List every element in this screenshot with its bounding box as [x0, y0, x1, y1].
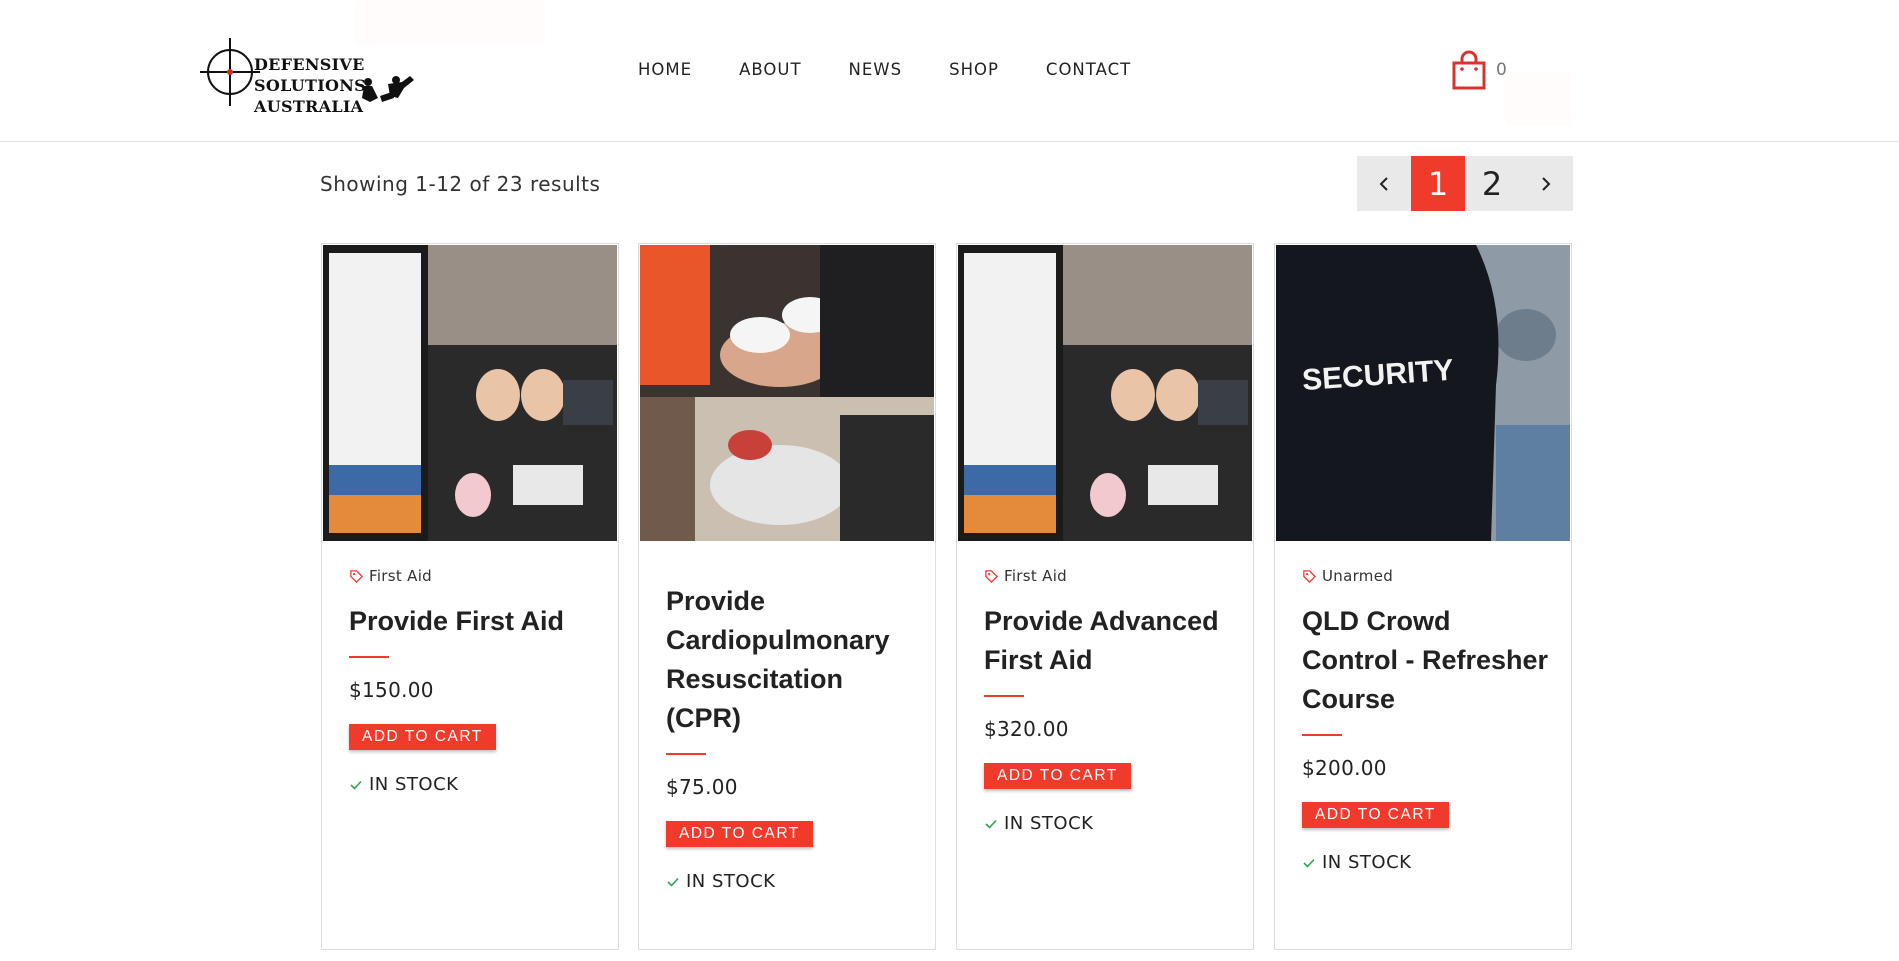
pagination: 1 2: [1357, 156, 1573, 211]
tag-icon: [985, 569, 999, 583]
tag-icon: [1303, 569, 1317, 583]
stock-status: IN STOCK: [349, 774, 600, 795]
product-info: First Aid Provide Advanced First Aid $32…: [984, 566, 1235, 834]
product-card: Provide Cardiopulmonary Resuscitation (C…: [638, 243, 936, 950]
title-divider: [666, 753, 706, 755]
product-image[interactable]: SECURITY: [1276, 245, 1570, 541]
figures-silhouette-icon: [362, 76, 414, 102]
chevron-right-icon: [1542, 176, 1551, 191]
product-price: $320.00: [984, 717, 1069, 741]
title-divider: [984, 695, 1024, 697]
product-image[interactable]: [958, 245, 1252, 541]
product-category[interactable]: First Aid: [984, 566, 1235, 586]
product-image[interactable]: [640, 245, 934, 541]
product-category-label: First Aid: [1004, 567, 1067, 585]
pagination-page-1[interactable]: 1: [1411, 156, 1465, 211]
stock-status-label: IN STOCK: [1004, 813, 1094, 834]
product-card: First Aid Provide Advanced First Aid $32…: [956, 243, 1254, 950]
add-to-cart-button[interactable]: ADD TO CART: [1302, 802, 1449, 828]
checkmark-icon: [1303, 858, 1315, 868]
cart-button[interactable]: [1452, 50, 1486, 90]
checkmark-icon: [350, 780, 362, 790]
nav-about[interactable]: ABOUT: [739, 60, 801, 79]
product-category[interactable]: Unarmed: [1302, 566, 1553, 586]
tag-icon: [350, 569, 364, 583]
site-header: DEFENSIVE SOLUTIONS AUSTRALIA HOME ABOUT…: [0, 0, 1899, 142]
pagination-page-2[interactable]: 2: [1465, 156, 1519, 211]
add-to-cart-button[interactable]: ADD TO CART: [349, 724, 496, 750]
product-category-label: Unarmed: [1322, 567, 1394, 585]
stock-status: IN STOCK: [1302, 852, 1553, 873]
stock-status: IN STOCK: [984, 813, 1235, 834]
main-navigation: HOME ABOUT NEWS SHOP CONTACT: [638, 60, 1178, 79]
checkmark-icon: [985, 819, 997, 829]
chevron-left-icon: [1379, 176, 1388, 191]
nav-shop[interactable]: SHOP: [949, 60, 999, 79]
add-to-cart-button[interactable]: ADD TO CART: [984, 763, 1131, 789]
stock-status-label: IN STOCK: [1322, 852, 1412, 873]
pagination-next-button[interactable]: [1519, 156, 1573, 211]
stock-status: IN STOCK: [666, 871, 917, 892]
nav-news[interactable]: NEWS: [849, 60, 903, 79]
product-card: SECURITY Unarmed QLD Crowd Control - Ref…: [1274, 243, 1572, 950]
add-to-cart-button[interactable]: ADD TO CART: [666, 821, 813, 847]
product-info: Unarmed QLD Crowd Control - Refresher Co…: [1302, 566, 1553, 873]
stock-status-label: IN STOCK: [686, 871, 776, 892]
product-info: First Aid Provide First Aid $150.00 ADD …: [349, 566, 600, 795]
title-divider: [1302, 734, 1342, 736]
product-title[interactable]: Provide Advanced First Aid: [984, 602, 1235, 680]
cart-count: 0: [1496, 60, 1507, 80]
product-title[interactable]: Provide First Aid: [349, 602, 600, 641]
product-price: $200.00: [1302, 756, 1387, 780]
product-category[interactable]: First Aid: [349, 566, 600, 586]
shopping-bag-icon: [1452, 50, 1486, 90]
product-info: Provide Cardiopulmonary Resuscitation (C…: [666, 582, 917, 892]
checkmark-icon: [667, 877, 679, 887]
product-category-label: First Aid: [369, 567, 432, 585]
product-card: First Aid Provide First Aid $150.00 ADD …: [321, 243, 619, 950]
product-title[interactable]: Provide Cardiopulmonary Resuscitation (C…: [666, 582, 917, 738]
title-divider: [349, 656, 389, 658]
product-image[interactable]: [323, 245, 617, 541]
pagination-prev-button[interactable]: [1357, 156, 1411, 211]
product-title[interactable]: QLD Crowd Control - Refresher Course: [1302, 602, 1553, 719]
result-count: Showing 1-12 of 23 results: [320, 172, 601, 196]
product-price: $150.00: [349, 678, 434, 702]
stock-status-label: IN STOCK: [369, 774, 459, 795]
product-price: $75.00: [666, 775, 738, 799]
nav-home[interactable]: HOME: [638, 60, 692, 79]
site-logo[interactable]: DEFENSIVE SOLUTIONS AUSTRALIA: [200, 36, 446, 116]
nav-contact[interactable]: CONTACT: [1046, 60, 1131, 79]
